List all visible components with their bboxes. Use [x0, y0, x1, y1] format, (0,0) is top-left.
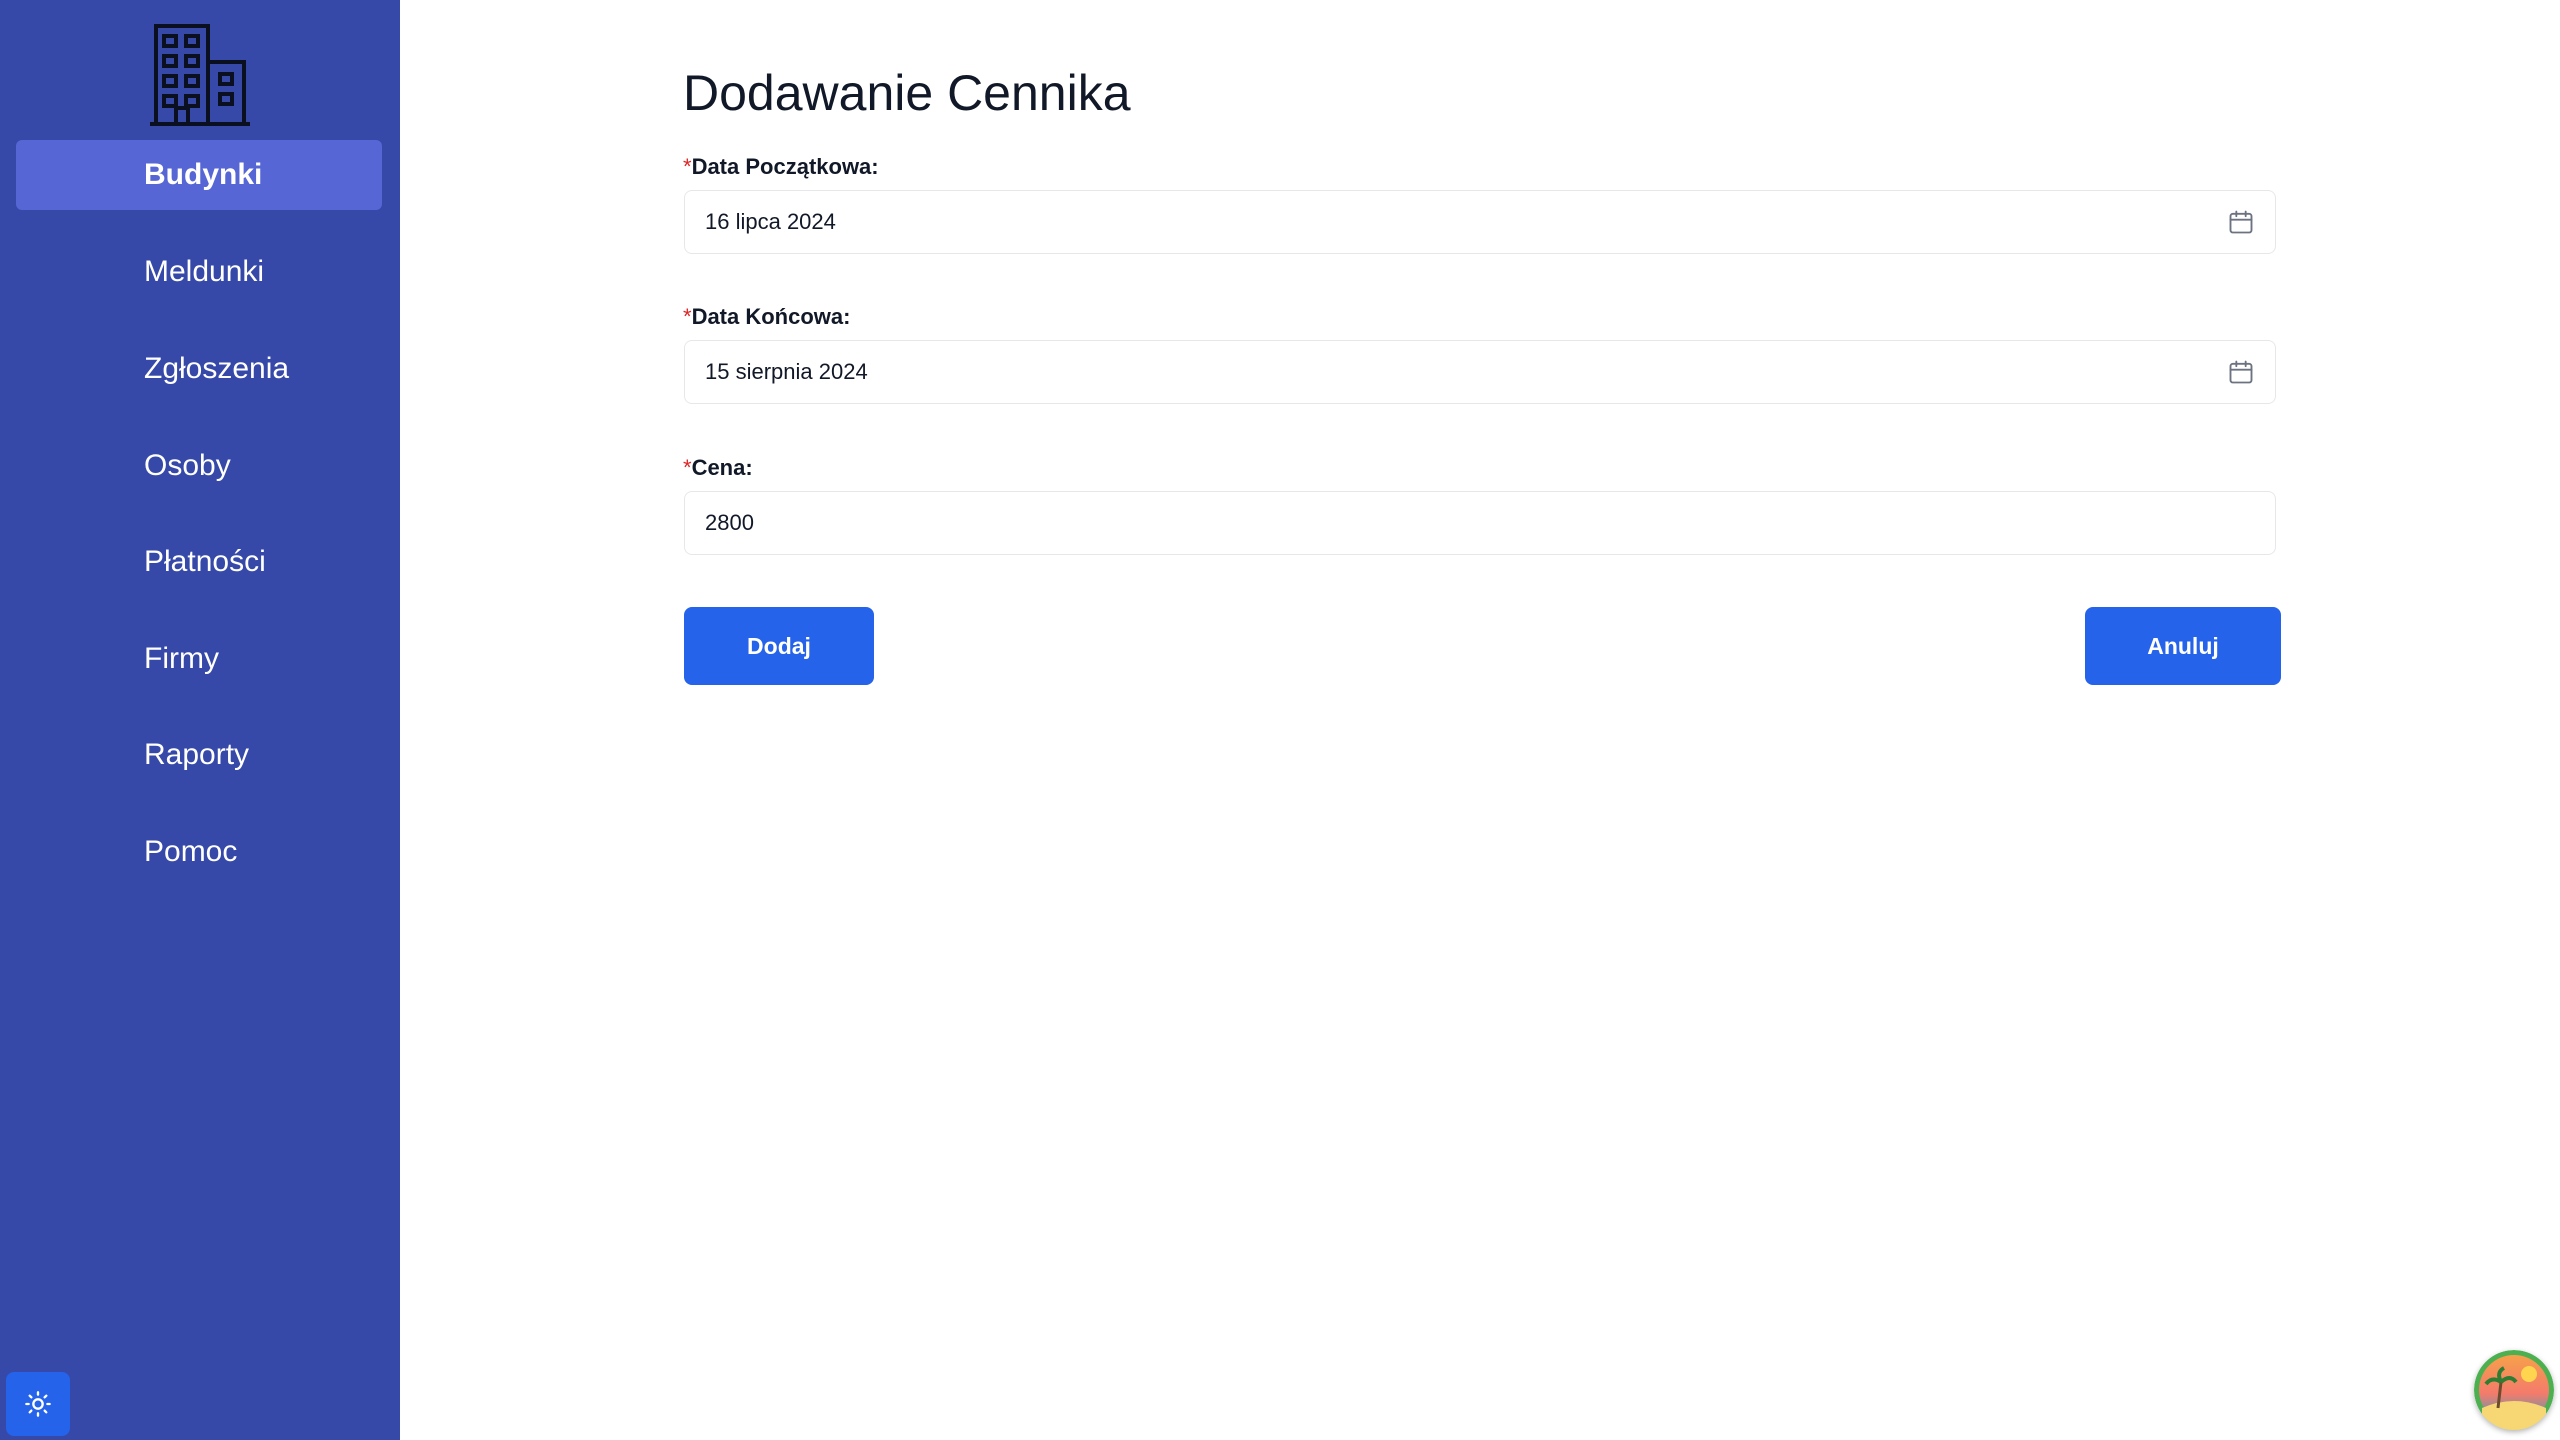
price-input[interactable]: 2800	[684, 491, 2276, 555]
sidebar-item-raporty[interactable]: Raporty	[16, 720, 382, 790]
add-button[interactable]: Dodaj	[684, 607, 874, 685]
sun-icon	[25, 1391, 51, 1417]
price-label: *Cena:	[683, 455, 753, 481]
sidebar: Budynki Meldunki Zgłoszenia Osoby Płatno…	[0, 0, 400, 1440]
end-date-label-text: Data Końcowa:	[691, 304, 851, 329]
app-root: Budynki Meldunki Zgłoszenia Osoby Płatno…	[0, 0, 2560, 1440]
sidebar-item-meldunki[interactable]: Meldunki	[16, 237, 382, 307]
start-date-field[interactable]: 16 lipca 2024	[684, 190, 2276, 254]
sidebar-item-label: Raporty	[144, 738, 250, 771]
sidebar-item-firmy[interactable]: Firmy	[16, 624, 382, 694]
assistant-avatar-icon[interactable]	[2474, 1350, 2554, 1430]
sidebar-item-zgloszenia[interactable]: Zgłoszenia	[16, 334, 382, 404]
required-mark: *	[683, 455, 692, 480]
sidebar-item-osoby[interactable]: Osoby	[16, 431, 382, 501]
required-mark: *	[683, 304, 692, 329]
sidebar-item-label: Pomoc	[144, 835, 238, 868]
start-date-value: 16 lipca 2024	[705, 209, 836, 234]
sidebar-item-label: Firmy	[144, 642, 219, 675]
calendar-icon[interactable]	[2227, 208, 2255, 236]
page-title: Dodawanie Cennika	[683, 65, 1131, 121]
end-date-value: 15 sierpnia 2024	[705, 359, 868, 384]
sidebar-item-pomoc[interactable]: Pomoc	[16, 817, 382, 887]
sidebar-item-label: Zgłoszenia	[144, 352, 290, 385]
building-icon[interactable]	[150, 22, 250, 128]
cancel-button[interactable]: Anuluj	[2085, 607, 2281, 685]
sidebar-item-platnosci[interactable]: Płatności	[16, 527, 382, 597]
required-mark: *	[683, 154, 692, 179]
price-value: 2800	[705, 510, 754, 535]
sidebar-item-budynki[interactable]: Budynki	[16, 140, 382, 210]
sidebar-item-label: Meldunki	[144, 255, 265, 288]
start-date-label: *Data Początkowa:	[683, 154, 879, 180]
sidebar-item-label: Płatności	[144, 545, 266, 578]
end-date-field[interactable]: 15 sierpnia 2024	[684, 340, 2276, 404]
sidebar-item-label: Osoby	[144, 449, 231, 482]
theme-toggle-button[interactable]	[6, 1372, 70, 1436]
price-label-text: Cena:	[691, 455, 753, 480]
end-date-label: *Data Końcowa:	[683, 304, 850, 330]
sidebar-item-label: Budynki	[144, 158, 263, 191]
start-date-label-text: Data Początkowa:	[691, 154, 879, 179]
calendar-icon[interactable]	[2227, 358, 2255, 386]
